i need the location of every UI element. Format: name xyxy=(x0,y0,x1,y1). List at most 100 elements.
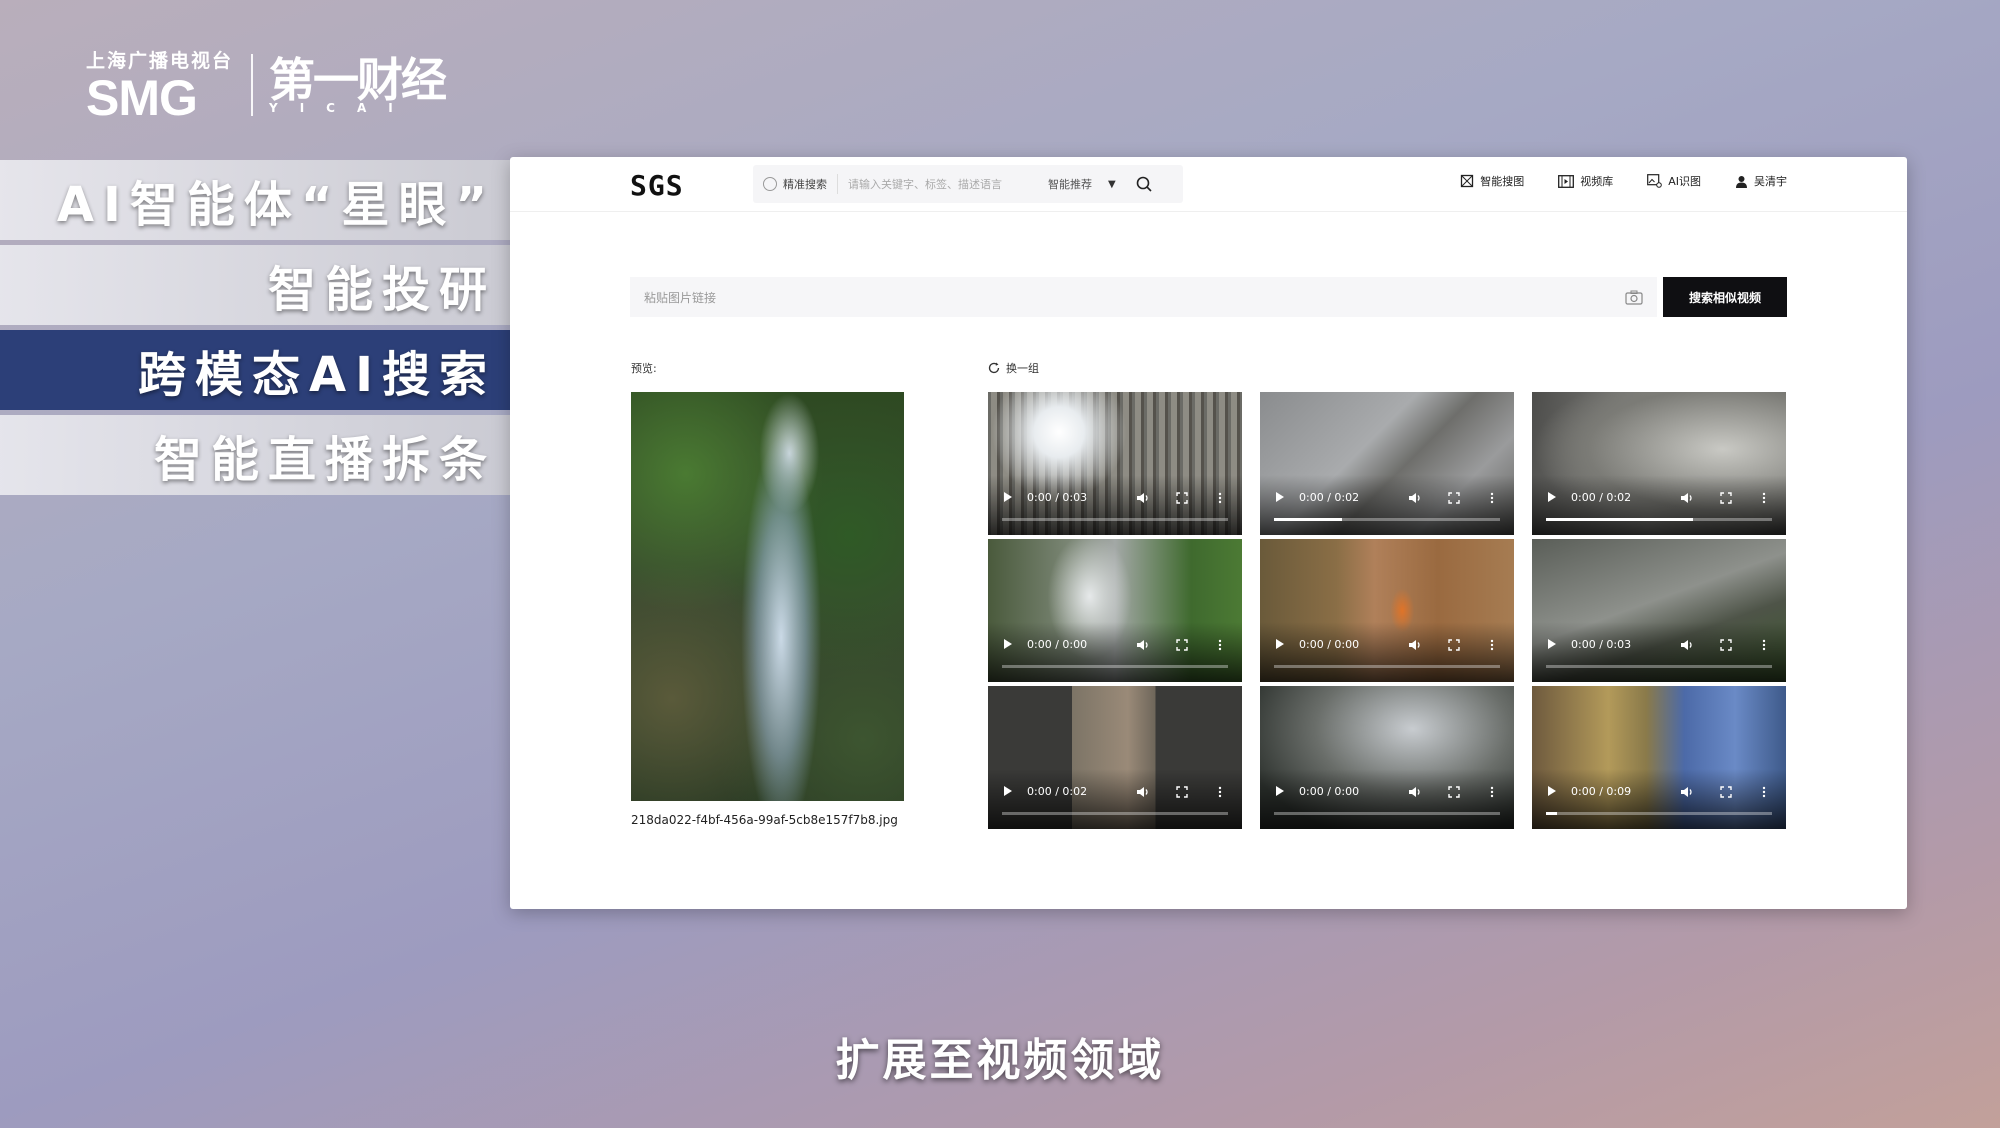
user-icon xyxy=(1736,175,1747,188)
video-controls: 0:00 / 0:02 xyxy=(1260,475,1514,535)
play-icon[interactable] xyxy=(1004,786,1012,796)
volume-icon[interactable] xyxy=(1408,492,1422,504)
image-url-input[interactable]: 粘贴图片链接 xyxy=(630,277,1657,317)
fullscreen-icon[interactable] xyxy=(1448,786,1460,798)
video-controls: 0:00 / 0:00 xyxy=(988,622,1242,682)
progress-track[interactable] xyxy=(1002,812,1228,815)
fullscreen-icon[interactable] xyxy=(1448,492,1460,504)
video-result[interactable]: 0:00 / 0:02 xyxy=(1260,392,1514,535)
volume-icon[interactable] xyxy=(1136,639,1150,651)
video-time: 0:00 / 0:03 xyxy=(1027,491,1088,504)
video-result[interactable]: 0:00 / 0:00 xyxy=(988,539,1242,682)
video-result[interactable]: 0:00 / 0:03 xyxy=(1532,539,1786,682)
exact-search-radio[interactable] xyxy=(763,177,777,191)
fullscreen-icon[interactable] xyxy=(1176,492,1188,504)
volume-icon[interactable] xyxy=(1680,492,1694,504)
more-options-icon[interactable] xyxy=(1762,786,1766,798)
refresh-batch-button[interactable]: 换一组 xyxy=(988,360,1039,376)
exact-search-label[interactable]: 精准搜索 xyxy=(783,176,827,192)
volume-icon[interactable] xyxy=(1136,492,1150,504)
nav-user-profile[interactable]: 吴清宇 xyxy=(1735,173,1787,189)
video-time: 0:00 / 0:00 xyxy=(1027,638,1088,651)
volume-icon[interactable] xyxy=(1408,639,1422,651)
video-result[interactable]: 0:00 / 0:09 xyxy=(1532,686,1786,829)
more-options-icon[interactable] xyxy=(1490,492,1494,504)
progress-track[interactable] xyxy=(1002,518,1228,521)
play-icon[interactable] xyxy=(1276,786,1284,796)
progress-track[interactable] xyxy=(1274,812,1500,815)
more-options-icon[interactable] xyxy=(1490,639,1494,651)
search-similar-video-button[interactable]: 搜索相似视频 xyxy=(1663,277,1787,317)
fullscreen-icon[interactable] xyxy=(1176,639,1188,651)
film-icon xyxy=(1558,174,1575,188)
video-result[interactable]: 0:00 / 0:00 xyxy=(1260,539,1514,682)
video-result[interactable]: 0:00 / 0:00 xyxy=(1260,686,1514,829)
nav-ai-recognition[interactable]: AI识图 xyxy=(1647,173,1701,189)
brand-logo[interactable]: SGS xyxy=(630,169,684,202)
preview-filename: 218da022-f4bf-456a-99af-5cb8e157f7b8.jpg xyxy=(631,813,898,827)
search-divider xyxy=(837,174,838,194)
video-time: 0:00 / 0:00 xyxy=(1299,785,1360,798)
video-controls: 0:00 / 0:03 xyxy=(988,475,1242,535)
video-result[interactable]: 0:00 / 0:02 xyxy=(1532,392,1786,535)
play-icon[interactable] xyxy=(1548,639,1556,649)
play-icon[interactable] xyxy=(1548,492,1556,502)
play-icon[interactable] xyxy=(1004,492,1012,502)
fullscreen-icon[interactable] xyxy=(1720,639,1732,651)
progress-fill xyxy=(1274,518,1342,521)
video-time: 0:00 / 0:02 xyxy=(1571,491,1632,504)
fullscreen-icon[interactable] xyxy=(1176,786,1188,798)
volume-icon[interactable] xyxy=(1680,639,1694,651)
search-icon xyxy=(1136,176,1152,192)
play-icon[interactable] xyxy=(1276,639,1284,649)
play-icon[interactable] xyxy=(1548,786,1556,796)
volume-icon[interactable] xyxy=(1408,786,1422,798)
menu-item-live-clipping: 智能直播拆条 xyxy=(0,415,510,495)
video-time: 0:00 / 0:03 xyxy=(1571,638,1632,651)
progress-track[interactable] xyxy=(1274,518,1500,521)
feature-menu: AI智能体“星眼” 智能投研 跨模态AI搜索 智能直播拆条 xyxy=(0,160,510,500)
progress-track[interactable] xyxy=(1546,665,1772,668)
nav-smart-image-search[interactable]: 智能搜图 xyxy=(1460,173,1524,189)
video-time: 0:00 / 0:02 xyxy=(1027,785,1088,798)
fullscreen-icon[interactable] xyxy=(1448,639,1460,651)
ai-image-icon xyxy=(1647,174,1663,188)
search-button[interactable] xyxy=(1134,174,1154,194)
more-options-icon[interactable] xyxy=(1762,492,1766,504)
progress-track[interactable] xyxy=(1546,518,1772,521)
nav-video-library[interactable]: 视频库 xyxy=(1558,173,1613,189)
image-url-placeholder: 粘贴图片链接 xyxy=(644,290,717,305)
video-controls: 0:00 / 0:09 xyxy=(1532,769,1786,829)
video-controls: 0:00 / 0:02 xyxy=(1532,475,1786,535)
search-bar: 精准搜索 请输入关键字、标签、描述语言 智能推荐 ▼ xyxy=(753,165,1183,203)
volume-icon[interactable] xyxy=(1680,786,1694,798)
more-options-icon[interactable] xyxy=(1490,786,1494,798)
smg-wordmark: SMG xyxy=(86,70,198,126)
progress-fill xyxy=(1546,518,1693,521)
more-options-icon[interactable] xyxy=(1218,786,1222,798)
video-result[interactable]: 0:00 / 0:03 xyxy=(988,392,1242,535)
progress-track[interactable] xyxy=(1546,812,1772,815)
preview-label: 预览: xyxy=(631,362,657,375)
play-icon[interactable] xyxy=(1276,492,1284,502)
video-result[interactable]: 0:00 / 0:02 xyxy=(988,686,1242,829)
fullscreen-icon[interactable] xyxy=(1720,492,1732,504)
video-time: 0:00 / 0:00 xyxy=(1299,638,1360,651)
more-options-icon[interactable] xyxy=(1762,639,1766,651)
preview-image xyxy=(631,392,904,801)
more-options-icon[interactable] xyxy=(1218,639,1222,651)
more-options-icon[interactable] xyxy=(1218,492,1222,504)
progress-track[interactable] xyxy=(1274,665,1500,668)
camera-icon[interactable] xyxy=(1625,290,1643,305)
play-icon[interactable] xyxy=(1004,639,1012,649)
fullscreen-icon[interactable] xyxy=(1720,786,1732,798)
video-time: 0:00 / 0:02 xyxy=(1299,491,1360,504)
yicai-logo: 第一财经 YICAI xyxy=(269,55,447,115)
volume-icon[interactable] xyxy=(1136,786,1150,798)
search-mode-select[interactable]: 智能推荐 ▼ xyxy=(1048,176,1116,192)
menu-item-smart-research: 智能投研 xyxy=(0,245,510,325)
progress-track[interactable] xyxy=(1002,665,1228,668)
menu-item-cross-modal-search: 跨模态AI搜索 xyxy=(0,330,510,410)
broadcaster-logo: 上海广播电视台 SMG 第一财经 YICAI xyxy=(86,46,447,126)
keyword-search-input[interactable]: 请输入关键字、标签、描述语言 xyxy=(848,176,1038,192)
